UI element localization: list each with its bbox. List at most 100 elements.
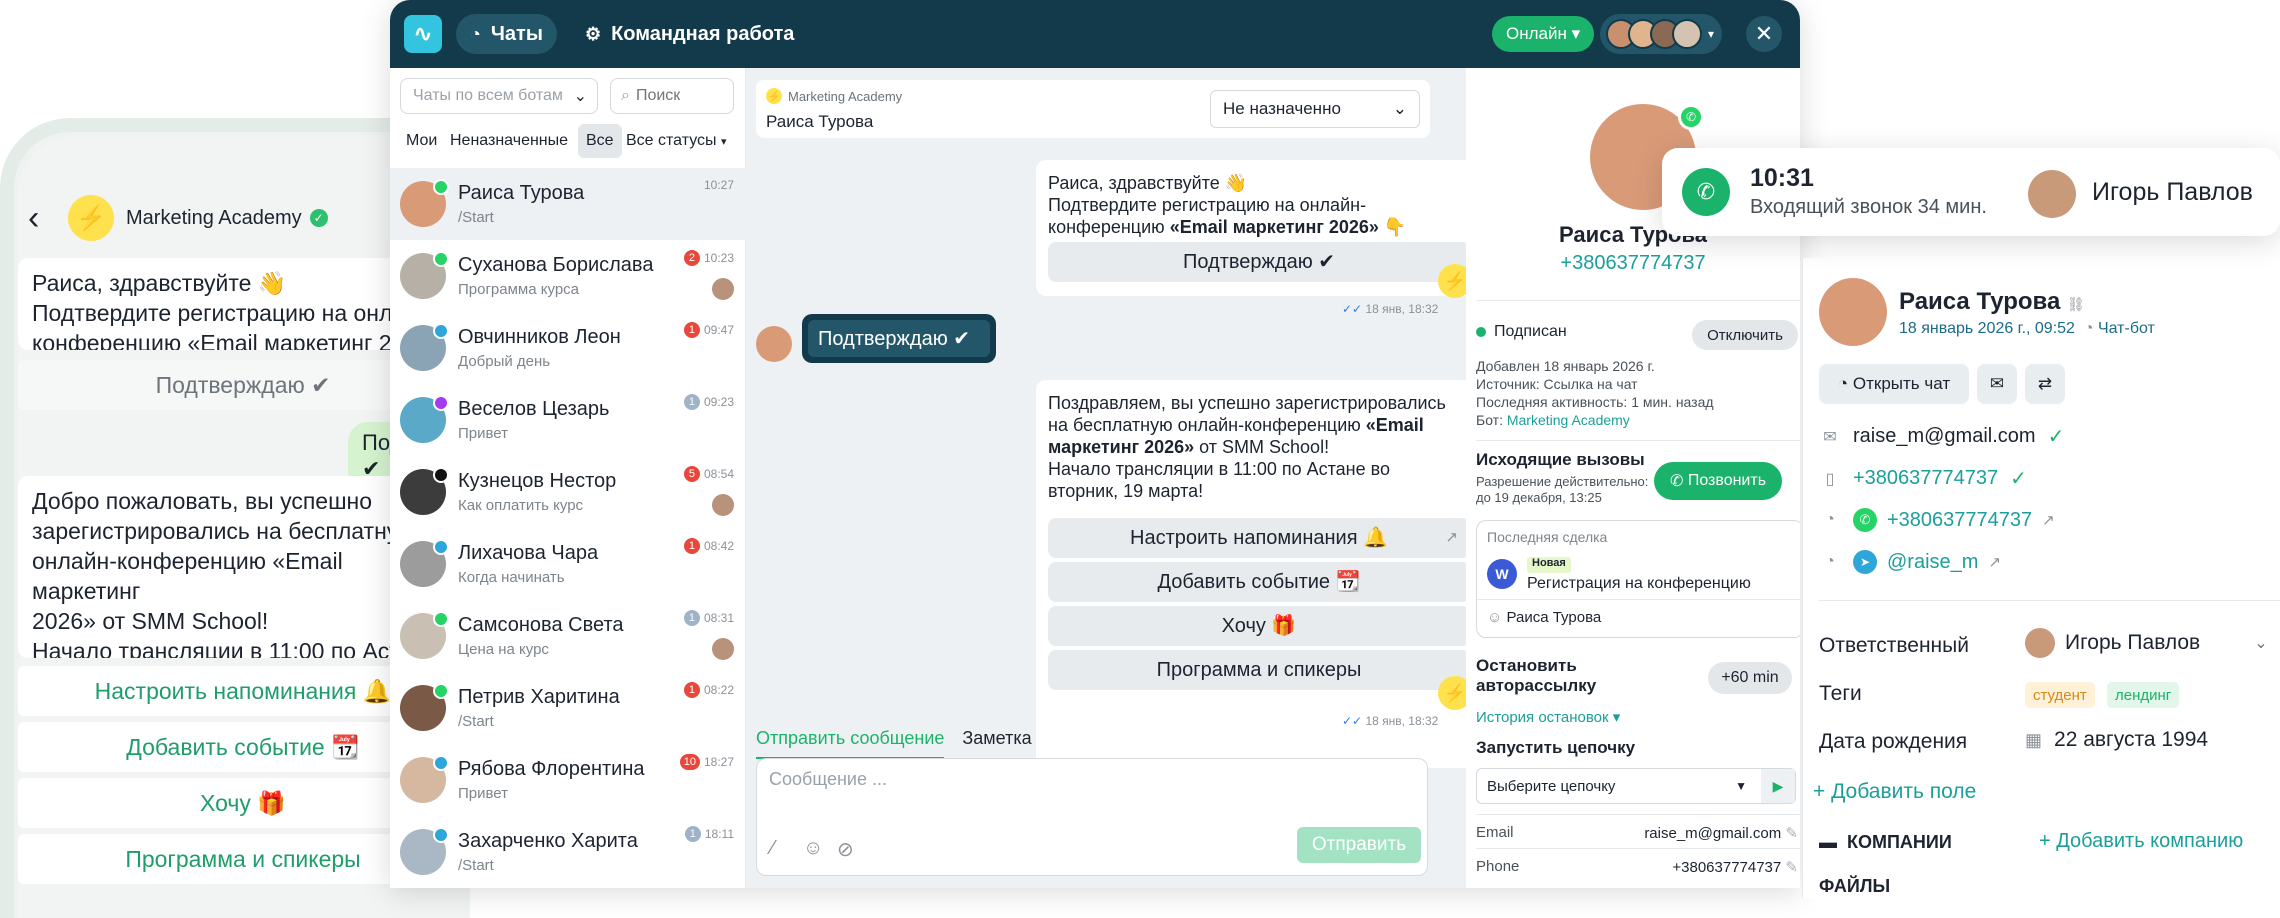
info-contact-phone[interactable]: +380637774737: [1466, 252, 1800, 275]
add-company-link[interactable]: + Добавить компанию: [2039, 830, 2243, 853]
responsible-label: Ответственный: [1819, 634, 1969, 657]
contact-whatsapp[interactable]: +380637774737: [1887, 509, 2032, 532]
search-field[interactable]: ⌕: [610, 78, 734, 114]
avatar: [400, 755, 449, 803]
tab-note[interactable]: Заметка: [962, 728, 1031, 759]
contact-telegram[interactable]: @raise_m: [1887, 551, 1978, 574]
tab-team[interactable]: ⚙ Командная работа: [571, 14, 809, 54]
seg-mine[interactable]: Мои: [406, 124, 437, 158]
chat-list-item[interactable]: Лихачова Чара Когда начинать 1 08:42: [390, 528, 746, 600]
search-input[interactable]: [635, 87, 716, 105]
send-button[interactable]: Отправить: [1297, 827, 1421, 863]
chat-list-item[interactable]: Захарченко Харита/Start 1 18:11: [390, 816, 746, 888]
add-field-link[interactable]: + Добавить поле: [1813, 780, 1976, 804]
channel-icon: [433, 251, 449, 267]
status-dropdown[interactable]: Онлайн ▾: [1492, 16, 1595, 52]
pencil-icon: ✎: [1785, 825, 1798, 842]
link-icon[interactable]: ⛓: [2067, 296, 2085, 312]
responsible-select[interactable]: Игорь Павлов ⌄: [2025, 628, 2268, 658]
avatar: [400, 251, 449, 299]
chat-list-item[interactable]: Раиса Турова/Start 10:27: [390, 168, 746, 240]
bot-filter-label: Чаты по всем ботам: [413, 87, 563, 104]
call-button[interactable]: ✆ Позвонить: [1654, 462, 1782, 500]
unread-badge: 1: [684, 826, 701, 842]
deal-contact-name: Раиса Турова: [1506, 609, 1602, 626]
reminder-button[interactable]: Настроить напоминания 🔔 ↗: [1048, 518, 1470, 558]
unsubscribe-button[interactable]: Отключить: [1692, 320, 1798, 350]
message-text: конференцию «Email маркетинг 2026» 👇: [1048, 216, 1470, 238]
stop-history-link[interactable]: История остановок ▾: [1476, 708, 1620, 726]
tab-chats[interactable]: ◔ Чаты: [456, 14, 557, 54]
companies-header: ▬ КОМПАНИИ: [1819, 832, 1952, 853]
close-button[interactable]: ✕: [1746, 16, 1782, 52]
chat-list-item[interactable]: Петрив Харитина/Start 1 08:22: [390, 672, 746, 744]
emoji-icon[interactable]: ☺: [803, 837, 823, 860]
program-button[interactable]: Программа и спикеры: [1048, 650, 1470, 690]
tab-send-message[interactable]: Отправить сообщение: [756, 728, 945, 759]
mail-icon[interactable]: ✉: [1977, 364, 2017, 404]
email-value-wrap[interactable]: raise_m@gmail.com ✎: [1644, 824, 1798, 842]
chat-item-meta: 2 10:23: [683, 250, 734, 266]
status-label: Онлайн: [1506, 24, 1567, 43]
message-text-bold: «Email: [1365, 415, 1424, 435]
chat-list-item[interactable]: Суханова Бориcлава Программа курса 2 10:23: [390, 240, 746, 312]
transfer-icon[interactable]: ⇄: [2025, 364, 2065, 404]
team-avatars[interactable]: ▾: [1600, 14, 1722, 54]
seg-unassigned[interactable]: Неназначенные: [450, 124, 568, 158]
bot-link[interactable]: Marketing Academy: [1507, 412, 1630, 428]
external-link-icon[interactable]: ↗: [1988, 553, 2001, 571]
chat-bubble-icon: ◔: [1825, 553, 1835, 570]
tag-landing[interactable]: лендинг: [2107, 682, 2180, 708]
last-deal-card[interactable]: Последняя сделка W Новая Регистрация на …: [1476, 520, 1800, 638]
message-input[interactable]: [769, 769, 1409, 809]
chat-item-meta: 1 18:11: [684, 826, 734, 842]
chevron-down-icon: ▾: [721, 135, 727, 148]
external-link-icon[interactable]: ↗: [2042, 511, 2055, 529]
want-button[interactable]: Хочу 🎁: [1048, 606, 1470, 646]
contact-email[interactable]: raise_m@gmail.com: [1853, 425, 2036, 448]
chat-list-item[interactable]: Рябова Флорентина Привет 10 18:27: [390, 744, 746, 816]
contact-name: Раиса Турова ⛓: [1899, 288, 2085, 316]
chevron-down-icon: ⌄: [573, 88, 587, 105]
open-chat-button[interactable]: ◔ Открыть чат: [1819, 364, 1969, 404]
add-event-button[interactable]: Добавить событие 📆: [1048, 562, 1470, 602]
play-icon[interactable]: ▶: [1761, 769, 1795, 803]
chat-list-item[interactable]: Веселов Цезарь Привет 1 09:23: [390, 384, 746, 456]
bot-logo-icon: ⚡: [68, 195, 114, 241]
back-arrow-icon[interactable]: ‹: [28, 199, 58, 238]
assignee-avatar: [712, 278, 734, 300]
seg-statuses[interactable]: Все статусы ▾: [626, 124, 727, 158]
app-logo-icon[interactable]: ∿: [404, 15, 442, 53]
phone-value-wrap[interactable]: +380637774737 ✎: [1672, 858, 1798, 876]
subscription-label: Подписан: [1494, 323, 1567, 340]
incoming-call-card[interactable]: ✆ 10:31 Входящий звонок 34 мин. Игорь Па…: [1662, 148, 2280, 236]
birthday-value[interactable]: ▦ 22 августа 1994: [2025, 728, 2208, 752]
chat-list-item[interactable]: Кузнецов Нестор Как оплатить курс 5 08:54: [390, 456, 746, 528]
seg-all[interactable]: Все: [578, 124, 622, 158]
chat-list-item[interactable]: Самсонова Света Цена на курс 1 08:31: [390, 600, 746, 672]
plus-60-min-button[interactable]: +60 min: [1708, 662, 1792, 694]
tag-student[interactable]: студент: [2025, 682, 2095, 708]
sliders-icon: ⚙: [584, 23, 602, 44]
attachment-icon[interactable]: ⊘: [837, 837, 854, 862]
contact-phone[interactable]: +380637774737: [1853, 467, 1998, 490]
bot-filter-select[interactable]: Чаты по всем ботам ⌄: [400, 78, 598, 114]
magic-wand-icon[interactable]: ⁄: [771, 837, 774, 860]
stop-mailing-title-2: авторассылку: [1476, 676, 1597, 695]
chat-item-time: 10:27: [703, 178, 734, 192]
chat-list-item[interactable]: Овчинников Леон Добрый день 1 09:47: [390, 312, 746, 384]
channel-icon: [433, 323, 449, 339]
channel-icon: [433, 827, 449, 843]
divider: [1819, 600, 2280, 601]
chat-item-preview: Цена на курс: [458, 641, 549, 658]
confirm-button[interactable]: Подтверждаю ✔: [1048, 242, 1470, 282]
conv-bot: ⚡ Marketing Academy: [766, 88, 902, 104]
assignee-select[interactable]: Не назначенно ⌄: [1210, 90, 1420, 128]
chat-item-time: 18:11: [704, 827, 734, 841]
chat-item-time: 09:23: [703, 395, 734, 409]
app-window: ∿ ◔ Чаты ⚙ Командная работа Онлайн ▾ ▾ ✕…: [390, 0, 1800, 888]
phone-field: Phone +380637774737 ✎: [1476, 858, 1798, 876]
chat-bubble-icon: ◔: [2083, 320, 2094, 337]
chain-select[interactable]: Выберите цепочку ▼ ▶: [1476, 768, 1796, 804]
